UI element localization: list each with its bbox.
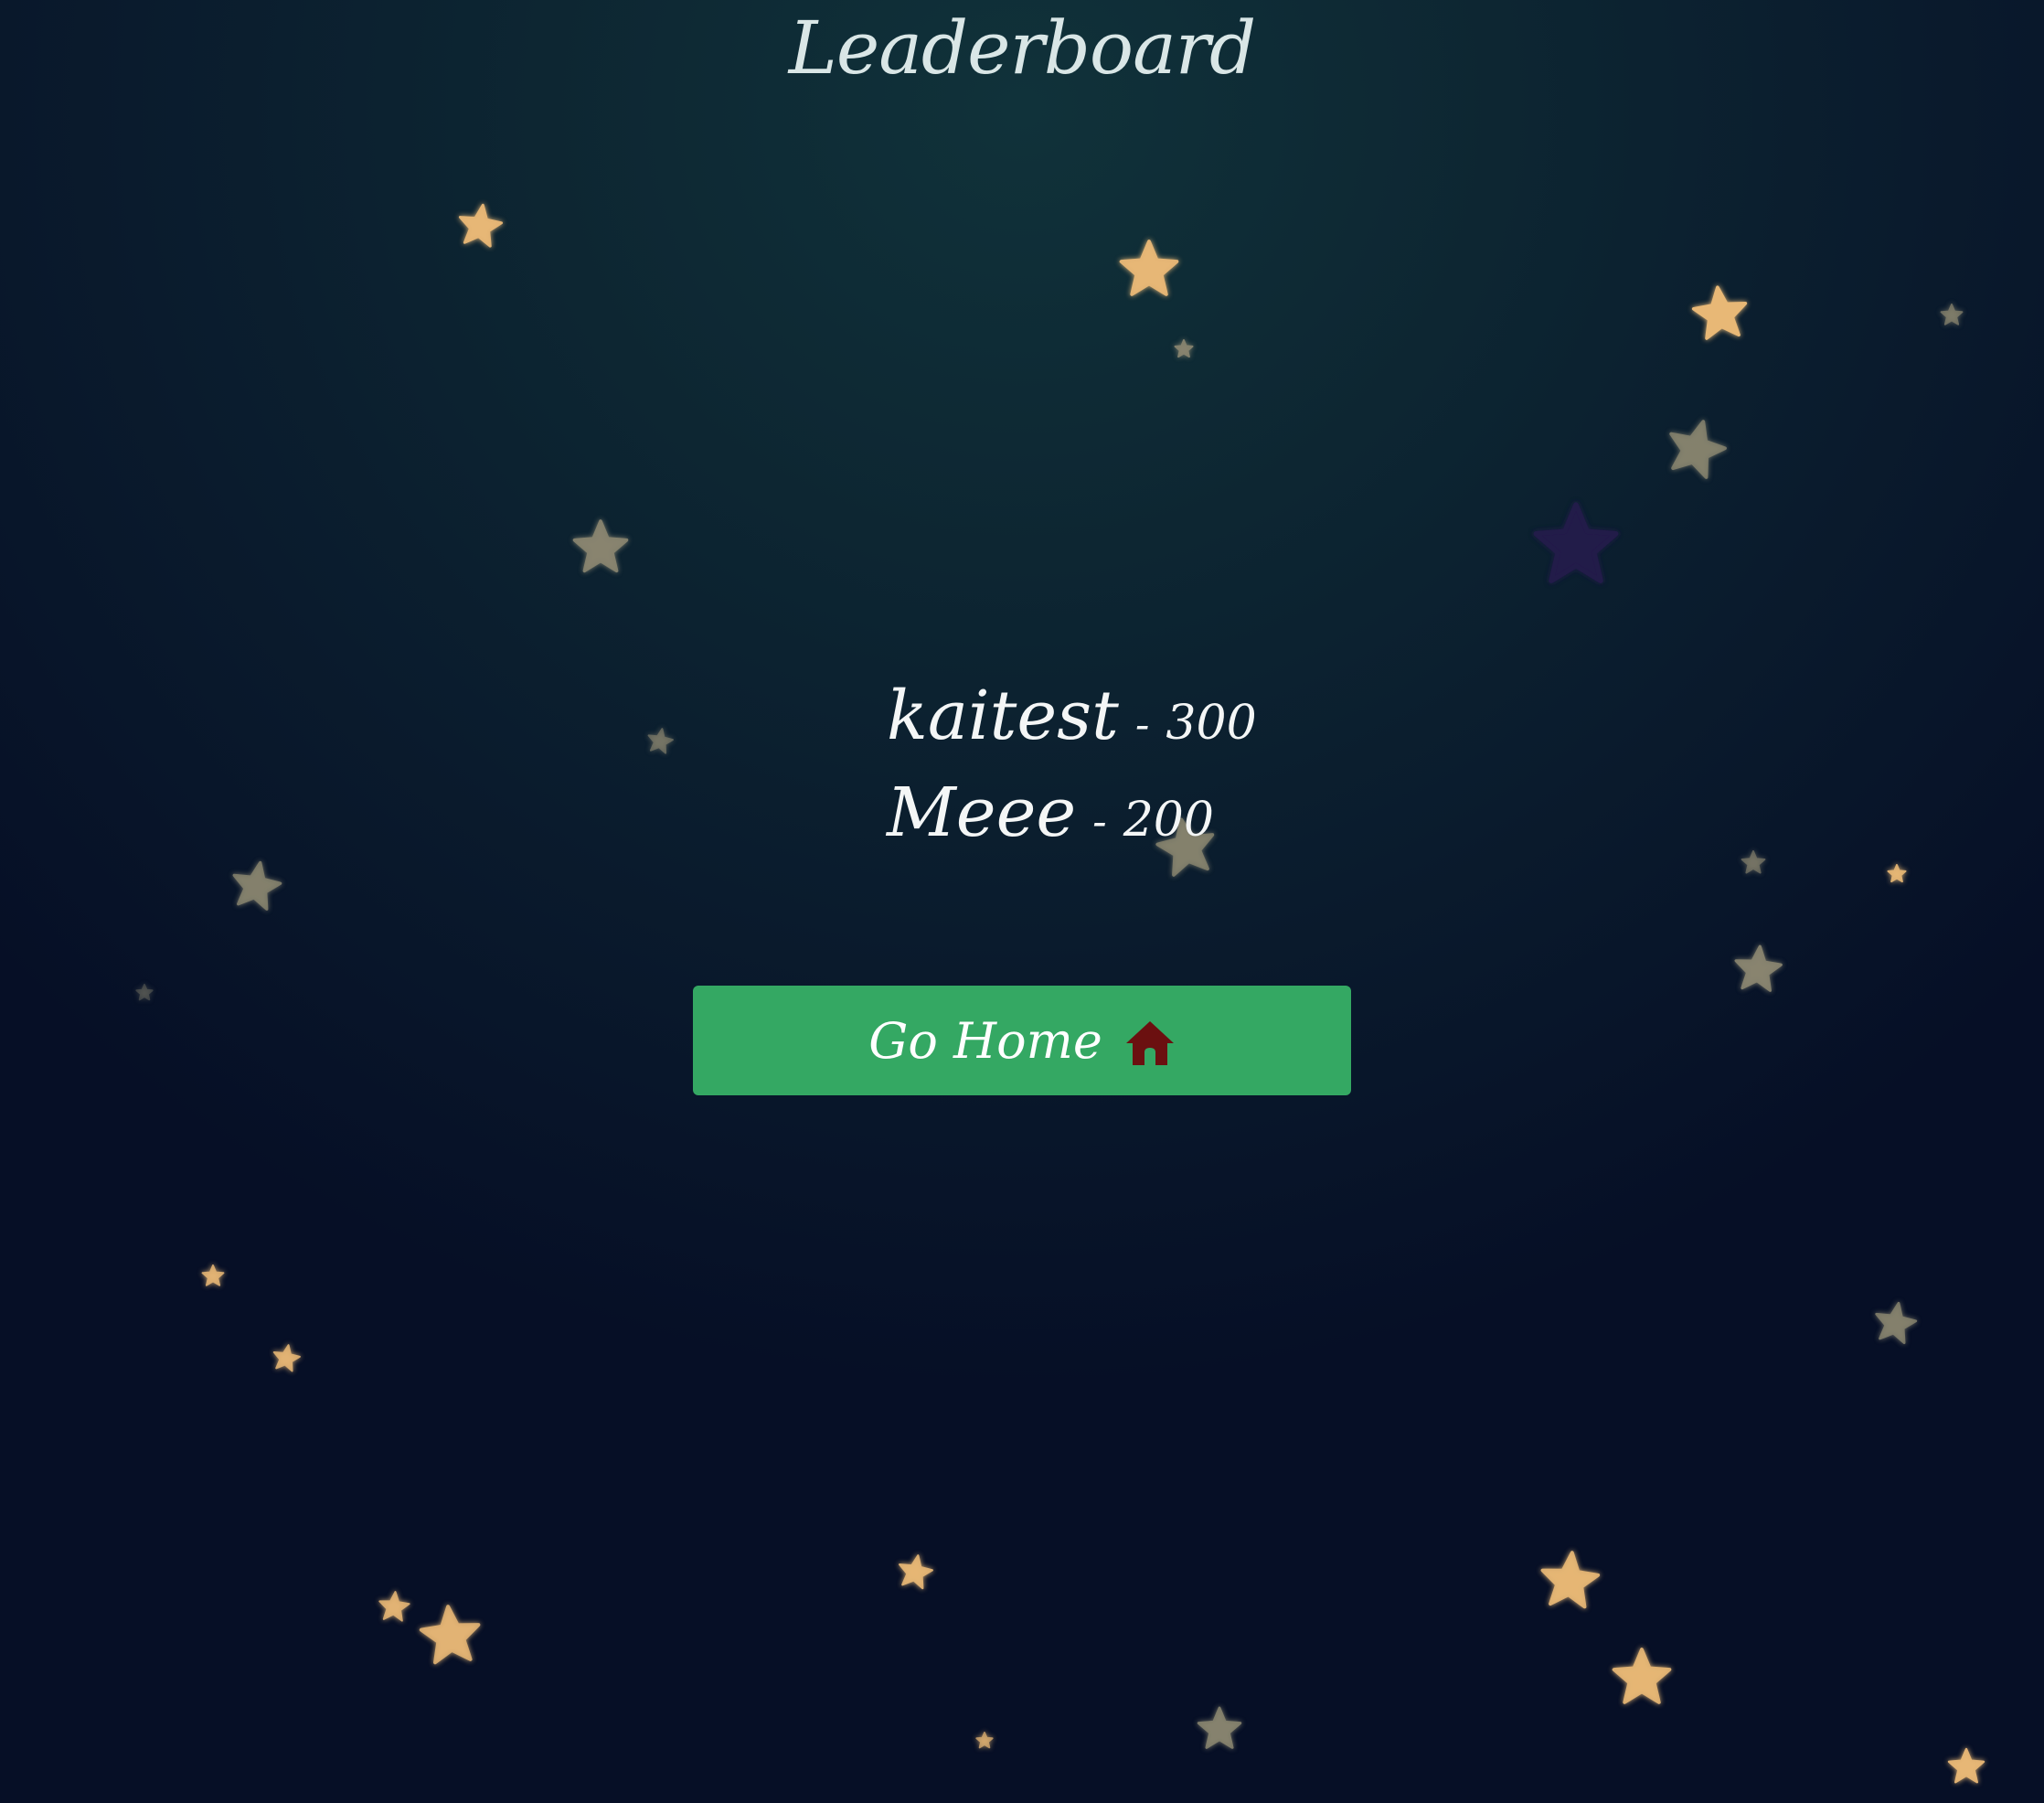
- star-icon: [1669, 420, 1727, 479]
- leaderboard-entry: Meee - 200: [887, 773, 1435, 870]
- player-score: 200: [1123, 793, 1214, 848]
- star-icon: [1947, 1747, 1985, 1784]
- star-icon: [1119, 240, 1179, 296]
- entry-separator: -: [1134, 699, 1150, 749]
- star-icon: [1741, 850, 1766, 874]
- starfield: [135, 203, 1985, 1784]
- go-home-button[interactable]: Go Home: [693, 986, 1351, 1095]
- star-icon: [1533, 502, 1619, 583]
- player-score: 300: [1166, 696, 1257, 751]
- star-icon: [1875, 1301, 1918, 1345]
- leaderboard-entry: kaitest - 300: [887, 677, 1435, 773]
- star-icon: [135, 984, 154, 1001]
- star-icon: [458, 203, 504, 248]
- star-icon: [1734, 944, 1783, 992]
- star-icon: [419, 1605, 481, 1665]
- star-icon: [572, 519, 629, 573]
- star-icon: [1691, 285, 1748, 340]
- star-icon: [1940, 304, 1964, 325]
- player-name: Meee: [887, 773, 1077, 852]
- star-icon: [1612, 1648, 1672, 1704]
- star-icon: [975, 1732, 994, 1749]
- star-icon: [232, 860, 282, 911]
- go-home-label: Go Home: [868, 1011, 1102, 1070]
- star-icon: [272, 1344, 301, 1372]
- entry-separator: -: [1092, 796, 1107, 846]
- star-icon: [1174, 339, 1194, 358]
- star-icon: [1197, 1706, 1242, 1749]
- page-title: Leaderboard: [788, 5, 1256, 91]
- home-icon: [1125, 1021, 1174, 1065]
- star-icon: [647, 728, 674, 754]
- star-icon: [899, 1554, 933, 1590]
- star-icon: [378, 1591, 410, 1622]
- star-icon: [201, 1264, 225, 1286]
- leaderboard-list: kaitest - 300 Meee - 200: [887, 677, 1435, 870]
- star-icon: [1887, 864, 1907, 883]
- player-name: kaitest: [887, 677, 1119, 755]
- star-icon: [1540, 1551, 1601, 1609]
